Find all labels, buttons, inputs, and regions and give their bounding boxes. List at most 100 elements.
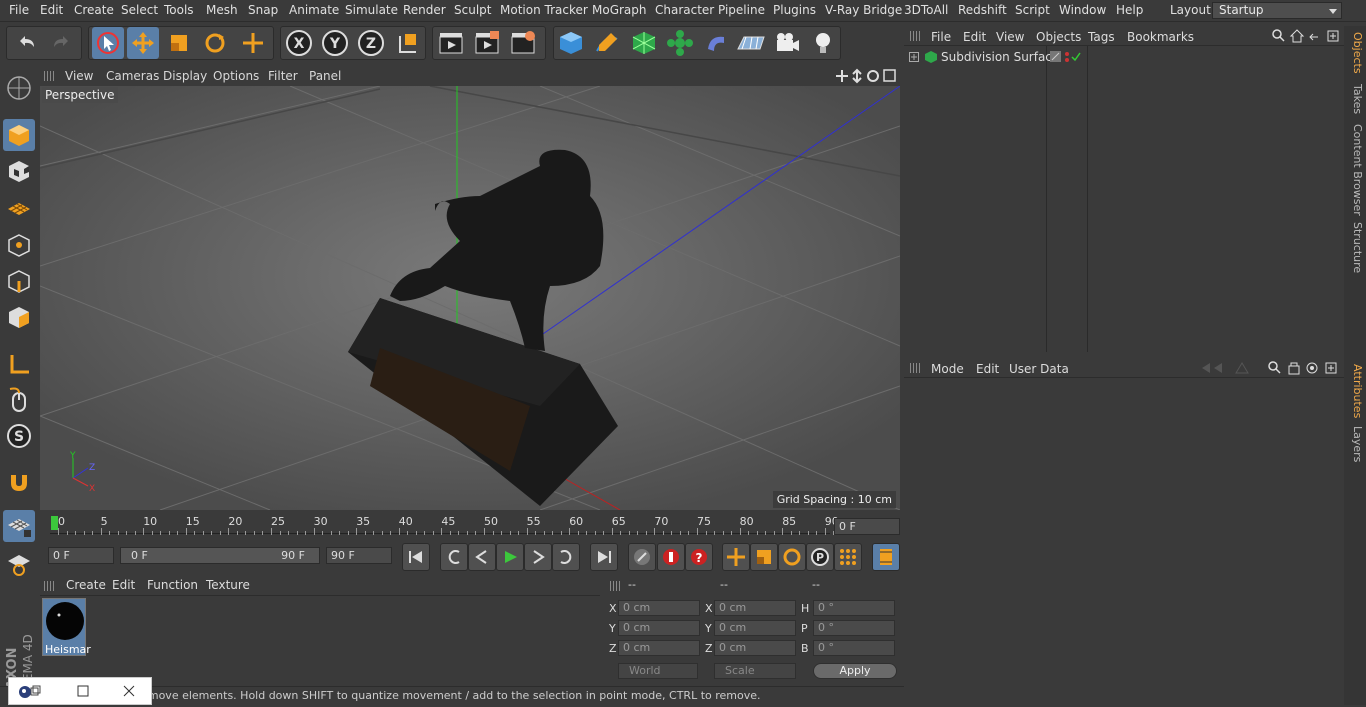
current-frame-field[interactable]: 0 F — [834, 518, 900, 535]
menu-render[interactable]: Render — [403, 3, 446, 17]
viewport-nav-icons[interactable] — [835, 68, 897, 84]
timeline-ruler[interactable]: 0 5 10 15 20 25 30 35 40 45 50 55 60 65 70 75 80 85 90 0 F — [40, 512, 902, 540]
render-settings-button[interactable] — [507, 27, 539, 59]
go-to-start-button[interactable] — [402, 543, 430, 571]
edge-mode-button[interactable] — [3, 265, 35, 297]
tab-structure[interactable]: Structure — [1346, 222, 1364, 273]
solo-button[interactable]: S — [3, 420, 35, 452]
pos-x-field[interactable]: 0 cm — [618, 600, 700, 616]
rot-h-field[interactable]: 0 ° — [813, 600, 895, 616]
cloner-button[interactable] — [664, 27, 696, 59]
polygon-mode-button[interactable] — [3, 301, 35, 333]
tweak-mode-button[interactable] — [3, 384, 35, 416]
axis-mode-button[interactable] — [3, 348, 35, 380]
key-rotation-button[interactable] — [778, 543, 806, 571]
transform-tool-button[interactable] — [237, 27, 269, 59]
menu-mesh[interactable]: Mesh — [206, 3, 238, 17]
menu-script[interactable]: Script — [1015, 3, 1050, 17]
size-z-field[interactable]: 0 cm — [714, 640, 796, 656]
move-tool-button[interactable] — [127, 27, 159, 59]
tab-content-browser[interactable]: Content Browser — [1346, 124, 1364, 216]
viewport-menu-filter[interactable]: Filter — [268, 69, 298, 83]
size-mode-select[interactable]: Scale — [714, 663, 796, 679]
lock-x-axis-button[interactable]: X — [283, 27, 315, 59]
autokeying-button[interactable] — [657, 543, 685, 571]
menu-window[interactable]: Window — [1059, 3, 1106, 17]
redo-button[interactable] — [46, 27, 78, 59]
menu-vray-bridge[interactable]: V-Ray Bridge — [825, 3, 902, 17]
coordinate-mode-select[interactable]: World — [618, 663, 698, 679]
menu-simulate[interactable]: Simulate — [345, 3, 398, 17]
key-position-button[interactable] — [722, 543, 750, 571]
viewport-menu-display[interactable]: Display — [163, 69, 207, 83]
light-button[interactable] — [807, 27, 839, 59]
material-menu-texture[interactable]: Texture — [206, 578, 250, 592]
panel-grip-icon[interactable] — [910, 363, 920, 373]
panel-grip-icon[interactable] — [44, 71, 54, 81]
rotate-tool-button[interactable] — [199, 27, 231, 59]
make-editable-button[interactable] — [3, 72, 35, 104]
key-scale-button[interactable] — [750, 543, 778, 571]
tab-layers[interactable]: Layers — [1346, 426, 1364, 462]
menu-sculpt[interactable]: Sculpt — [454, 3, 491, 17]
cube-button[interactable] — [555, 27, 587, 59]
floor-button[interactable] — [735, 27, 767, 59]
material-menu-create[interactable]: Create — [66, 578, 106, 592]
render-picture-viewer-button[interactable] — [471, 27, 503, 59]
end-frame-field[interactable]: 90 F — [326, 547, 392, 564]
menu-tools[interactable]: Tools — [164, 3, 194, 17]
attribute-toolbar-icons[interactable] — [1200, 361, 1340, 375]
next-frame-button[interactable] — [524, 543, 552, 571]
menu-file[interactable]: File — [9, 3, 29, 17]
snap-button[interactable] — [3, 466, 35, 498]
material-menu-function[interactable]: Function — [147, 578, 198, 592]
previous-key-button[interactable] — [440, 543, 468, 571]
rot-p-field[interactable]: 0 ° — [813, 620, 895, 636]
object-menu-edit[interactable]: Edit — [963, 30, 986, 44]
material-swatch[interactable]: Heismar — [42, 598, 91, 656]
size-y-field[interactable]: 0 cm — [714, 620, 796, 636]
next-key-button[interactable] — [552, 543, 580, 571]
object-menu-objects[interactable]: Objects — [1036, 30, 1081, 44]
object-visibility-icons[interactable] — [1050, 51, 1086, 63]
close-icon[interactable] — [123, 685, 135, 697]
record-keys-button[interactable] — [628, 543, 656, 571]
layout-select[interactable]: Startup — [1212, 2, 1342, 19]
model-mode-button[interactable] — [3, 119, 35, 151]
rot-b-field[interactable]: 0 ° — [813, 640, 895, 656]
pos-z-field[interactable]: 0 cm — [618, 640, 700, 656]
menu-mograph[interactable]: MoGraph — [592, 3, 647, 17]
workplane-mode-button[interactable] — [3, 192, 35, 224]
lock-z-axis-button[interactable]: Z — [355, 27, 387, 59]
viewport-menu-cameras[interactable]: Cameras — [106, 69, 159, 83]
camera-button[interactable] — [771, 27, 803, 59]
material-menu-edit[interactable]: Edit — [112, 578, 135, 592]
planar-workplane-button[interactable] — [3, 548, 35, 580]
go-to-end-button[interactable] — [590, 543, 618, 571]
perspective-viewport[interactable]: Y Z X Perspective Grid Spacing : 10 cm — [40, 86, 900, 510]
menu-pipeline[interactable]: Pipeline — [718, 3, 765, 17]
attribute-menu-mode[interactable]: Mode — [931, 362, 964, 376]
keyframe-selection-button[interactable]: ? — [685, 543, 713, 571]
scale-tool-button[interactable] — [163, 27, 195, 59]
apply-button[interactable]: Apply — [813, 663, 897, 679]
range-slider[interactable]: 0 F 90 F — [120, 547, 320, 564]
deformer-button[interactable] — [700, 27, 732, 59]
object-name[interactable]: Subdivision Surface — [941, 50, 1059, 64]
menu-snap[interactable]: Snap — [248, 3, 278, 17]
play-button[interactable] — [496, 543, 524, 571]
texture-mode-button[interactable] — [3, 155, 35, 187]
tab-attributes[interactable]: Attributes — [1346, 364, 1364, 418]
live-selection-button[interactable] — [92, 27, 124, 59]
subdivision-button[interactable] — [628, 27, 660, 59]
undo-button[interactable] — [10, 27, 42, 59]
coordinate-system-button[interactable] — [392, 27, 424, 59]
object-menu-view[interactable]: View — [996, 30, 1024, 44]
menu-select[interactable]: Select — [121, 3, 158, 17]
panel-grip-icon[interactable] — [910, 31, 920, 41]
menu-motion-tracker[interactable]: Motion Tracker — [500, 3, 588, 17]
pos-y-field[interactable]: 0 cm — [618, 620, 700, 636]
object-row[interactable]: Subdivision Surface — [904, 48, 1344, 66]
menu-edit[interactable]: Edit — [40, 3, 63, 17]
menu-plugins[interactable]: Plugins — [773, 3, 816, 17]
